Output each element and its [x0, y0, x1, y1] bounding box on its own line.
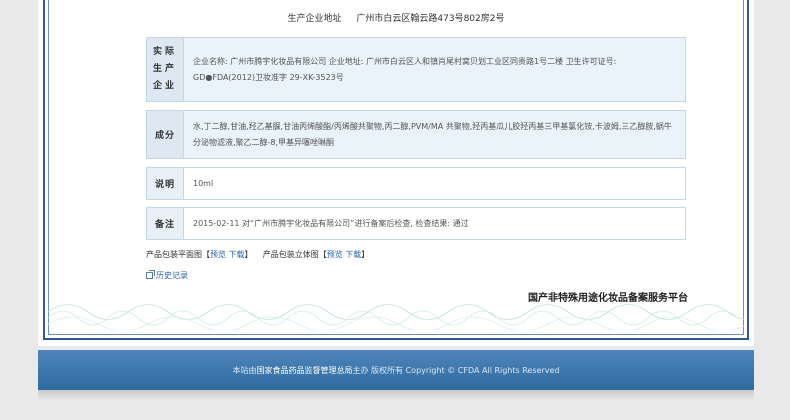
- packaging-links: 产品包装平面图【预览 下载】 产品包装立体图【预览 下载】: [146, 250, 370, 259]
- site-footer: 本站由 国家食品药品监督管理总局 主办 版权所有 Copyright © CFDA …: [38, 350, 754, 390]
- remark-row: 备注 2015-02-11 对“广州市腾宇化妆品有限公司”进行备案后检查, 检查…: [146, 207, 686, 240]
- ingredients-text: 水,丁二醇,甘油,羟乙基脲,甘油丙烯酸酯/丙烯酸共聚物,丙二醇,PVM/MA 共…: [193, 121, 672, 147]
- remark-label: 备注: [147, 208, 184, 239]
- spec-label: 说明: [147, 168, 184, 199]
- actual-company-text: 企业名称: 广州市腾宇化妆品有限公司 企业地址: 广州市白云区人和镇肖尾村窝贝划…: [193, 56, 617, 82]
- ingredients-row: 成分 水,丁二醇,甘油,羟乙基脲,甘油丙烯酸酯/丙烯酸共聚物,丙二醇,PVM/M…: [146, 110, 686, 159]
- flat-download-link[interactable]: 下载: [229, 250, 245, 259]
- spec-text: 10ml: [193, 178, 214, 188]
- actual-company-label: 实际 生产 企业: [147, 38, 184, 101]
- address-label: 生产企业地址: [287, 14, 342, 24]
- remark-text: 2015-02-11 对“广州市腾宇化妆品有限公司”进行备案后检查, 检查结果:…: [193, 218, 469, 228]
- actual-company-label-2: 生产: [152, 64, 177, 74]
- record-page: 生产企业地址 广州市白云区翰云路473号802房2号 实际 生产 企业 企业名称…: [38, 0, 754, 346]
- solid-preview-link[interactable]: 预览: [327, 250, 343, 259]
- solid-label: 产品包装立体图: [262, 250, 319, 259]
- actual-company-label-1: 实际: [152, 47, 177, 57]
- address-line: 生产企业地址 广州市白云区翰云路473号802房2号: [38, 11, 754, 24]
- flat-label: 产品包装平面图: [146, 250, 202, 259]
- address-value: 广州市白云区翰云路473号802房2号: [356, 14, 505, 24]
- footer-prefix: 本站由: [232, 365, 257, 375]
- actual-company-label-3: 企业: [152, 81, 177, 91]
- footer-suffix: 主办 版权所有 Copyright © CFDA All Rights Rese…: [352, 365, 560, 375]
- spec-row: 说明 10ml: [146, 167, 686, 200]
- platform-brand: 国产非特殊用途化妆品备案服务平台: [528, 293, 688, 304]
- history-link-text[interactable]: 历史记录: [156, 270, 188, 281]
- ingredients-label: 成分: [147, 111, 184, 158]
- solid-download-link[interactable]: 下载: [345, 250, 361, 259]
- external-link-icon: [146, 270, 155, 279]
- history-link[interactable]: 历史记录: [146, 270, 188, 281]
- actual-company-row: 实际 生产 企业 企业名称: 广州市腾宇化妆品有限公司 企业地址: 广州市白云区…: [146, 37, 686, 102]
- footer-shadow: [38, 390, 754, 400]
- flat-preview-link[interactable]: 预览: [210, 250, 226, 259]
- footer-org: 国家食品药品监督管理总局: [256, 365, 353, 375]
